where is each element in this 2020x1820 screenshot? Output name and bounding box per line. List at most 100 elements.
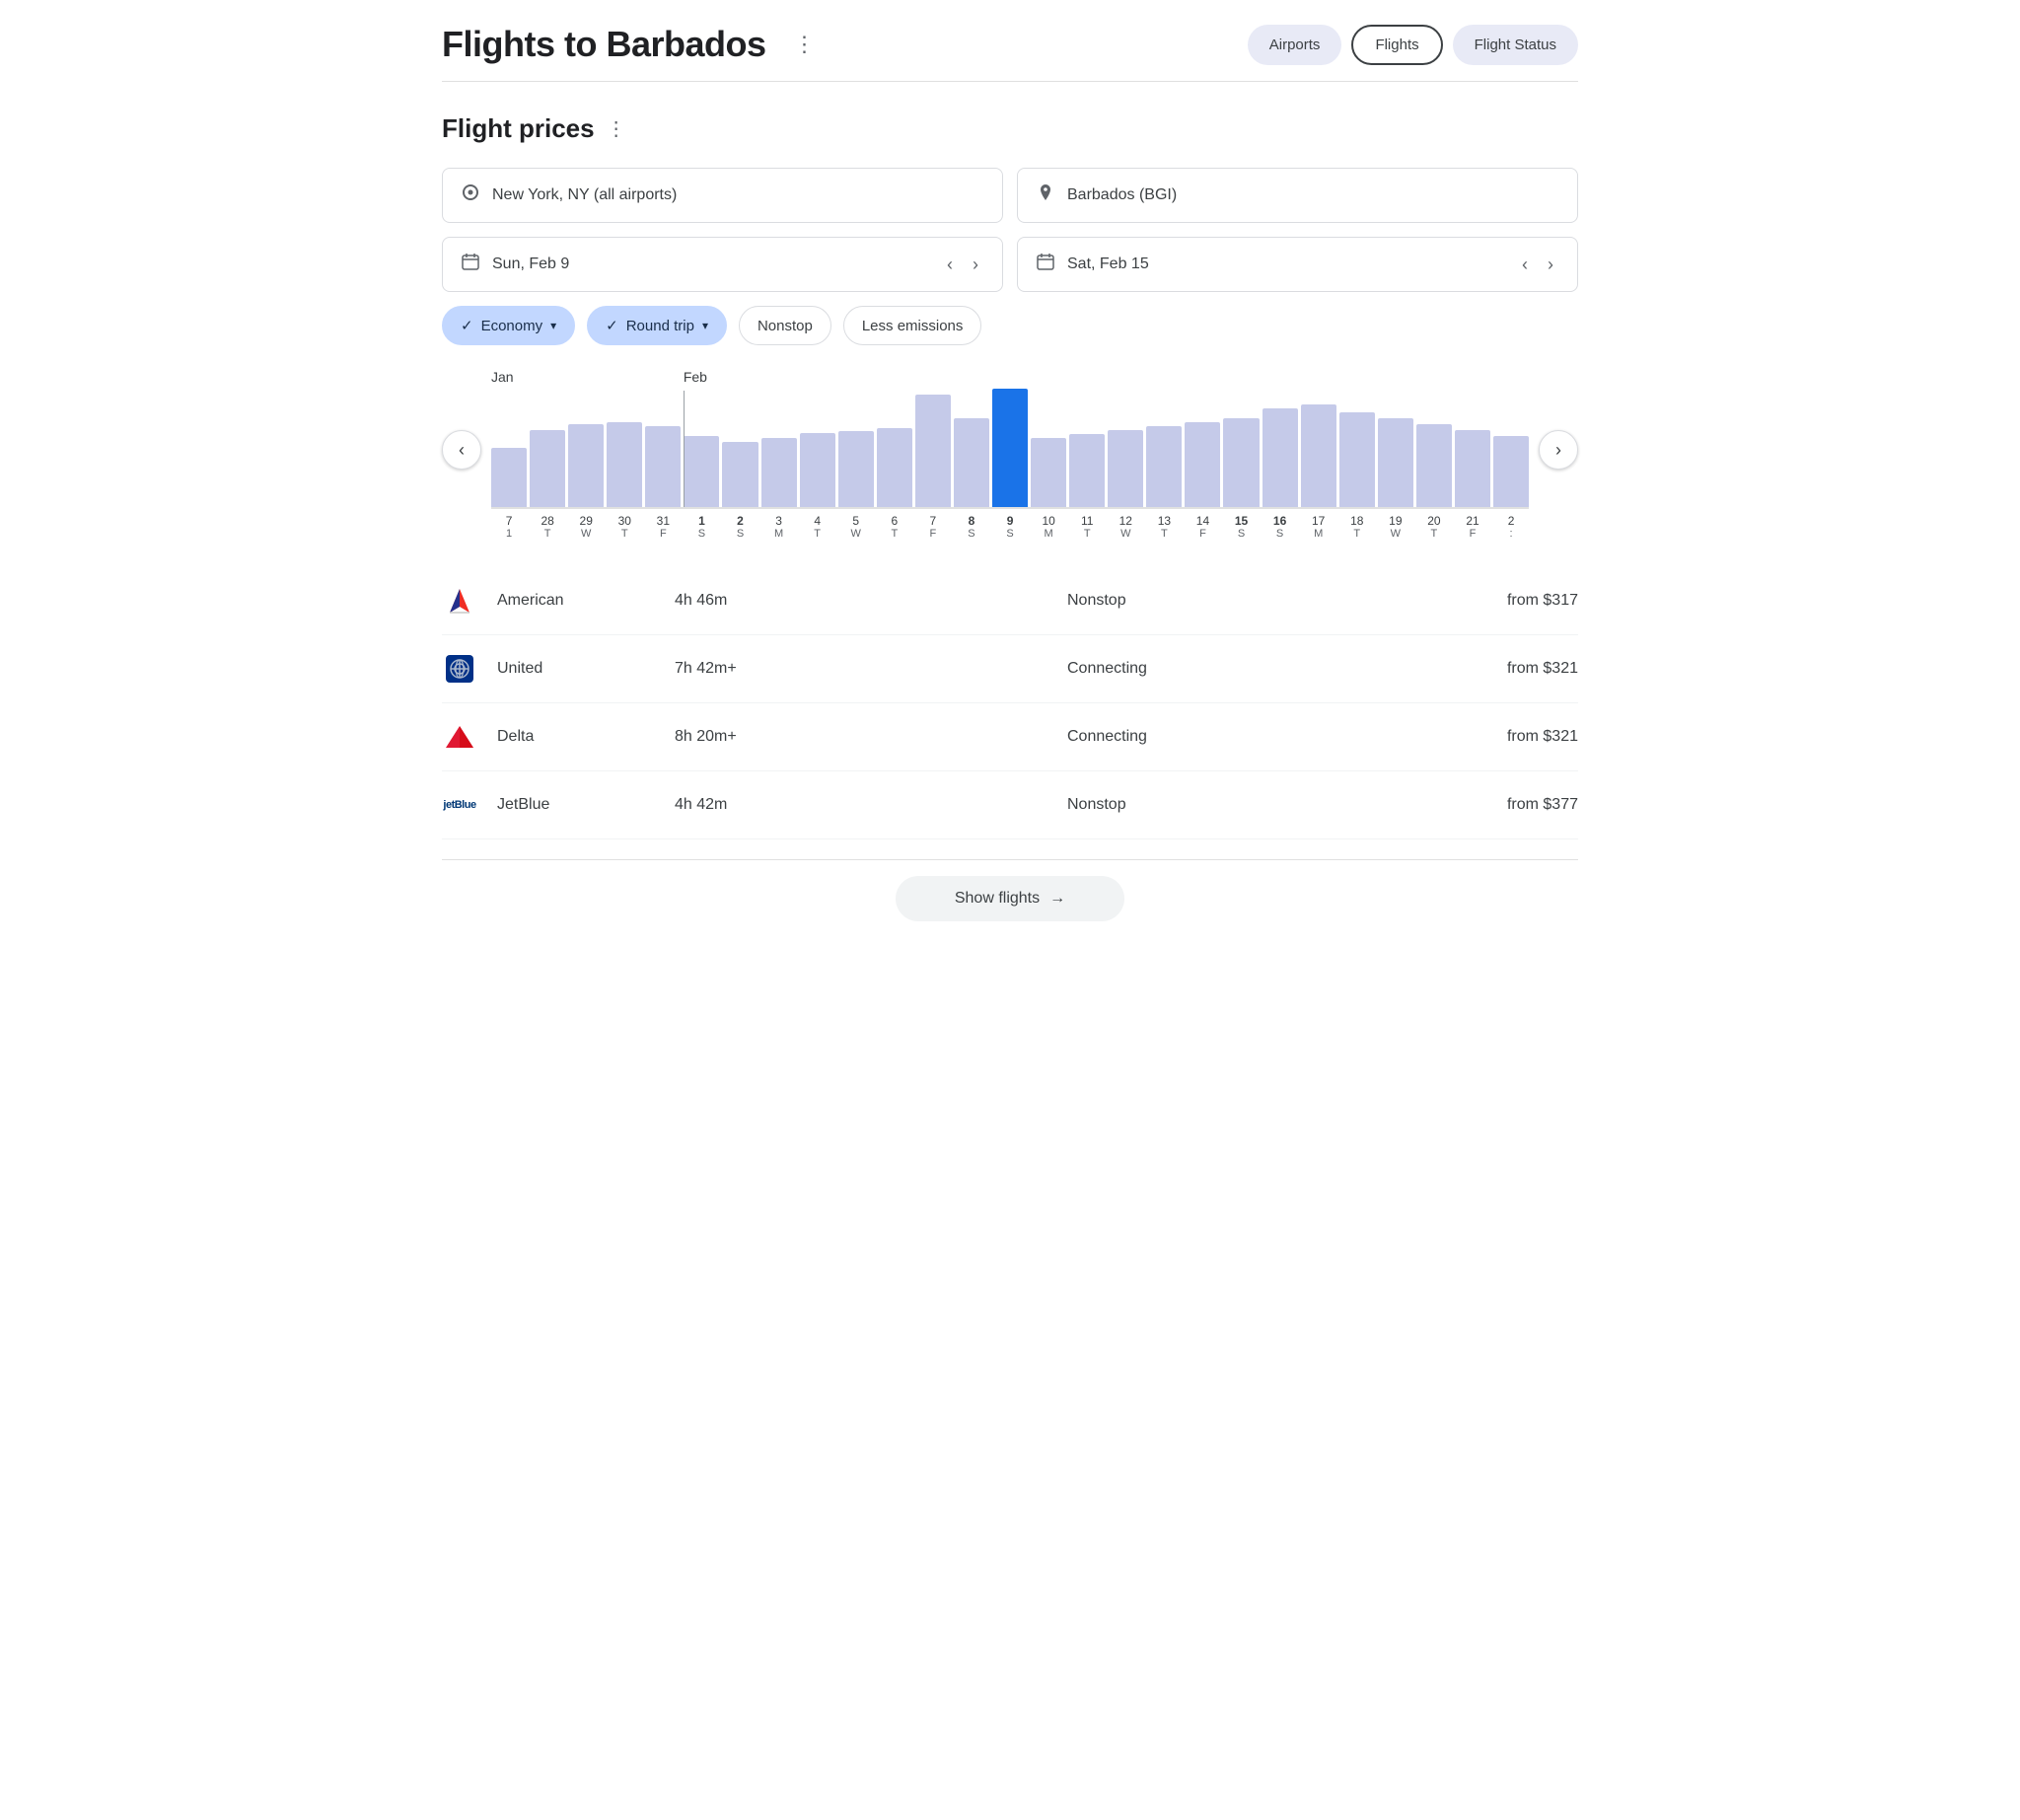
jetblue-name: JetBlue — [497, 796, 655, 814]
delta-duration: 8h 20m+ — [675, 728, 1047, 746]
united-price: from $321 — [1460, 660, 1578, 678]
bar-feb-4[interactable] — [800, 433, 835, 507]
date-label-feb5: 5 W — [838, 514, 874, 540]
date-label-feb1: 1 S — [684, 514, 719, 540]
bar-feb-17[interactable] — [1301, 404, 1336, 507]
chart-bars-container — [491, 391, 1529, 509]
tab-airports[interactable]: Airports — [1248, 25, 1342, 65]
search-form: New York, NY (all airports) Barbados (BG… — [442, 168, 1578, 345]
united-logo — [442, 651, 477, 687]
page-title: Flights to Barbados — [442, 24, 766, 65]
bar-jan-31[interactable] — [645, 426, 681, 507]
airline-row-united[interactable]: United 7h 42m+ Connecting from $321 — [442, 635, 1578, 703]
date-label-feb6: 6 T — [877, 514, 912, 540]
date-label-feb8: 8 S — [954, 514, 989, 540]
date-label-feb17: 17 M — [1301, 514, 1336, 540]
price-chart-section: Jan Feb ‹ › — [442, 369, 1578, 540]
bar-jan-7[interactable] — [491, 448, 527, 507]
economy-check: ✓ — [461, 317, 473, 334]
bar-feb-6[interactable] — [877, 428, 912, 507]
chart-next-button[interactable]: › — [1539, 430, 1578, 470]
bar-jan-29[interactable] — [568, 424, 604, 507]
destination-text: Barbados (BGI) — [1067, 186, 1559, 204]
bar-feb-10[interactable] — [1031, 438, 1066, 507]
round-trip-label: Round trip — [626, 318, 694, 334]
return-date-text: Sat, Feb 15 — [1067, 255, 1504, 273]
bar-feb-1[interactable] — [684, 436, 719, 507]
main-content: Flight prices ⋮ New York, NY (all airpor… — [442, 82, 1578, 969]
date-label-feb15: 15 S — [1223, 514, 1259, 540]
less-emissions-label: Less emissions — [862, 318, 964, 334]
bar-jan-30[interactable] — [607, 422, 642, 507]
bar-feb-21[interactable] — [1455, 430, 1490, 507]
bar-feb-2[interactable] — [722, 442, 758, 507]
return-date-field[interactable]: Sat, Feb 15 ‹ › — [1017, 237, 1578, 292]
delta-stops: Connecting — [1067, 728, 1440, 746]
header-menu-icon[interactable]: ⋮ — [786, 28, 824, 61]
date-label-feb14: 14 F — [1185, 514, 1220, 540]
return-date-prev[interactable]: ‹ — [1516, 253, 1534, 277]
nonstop-filter[interactable]: Nonstop — [739, 306, 831, 345]
return-date-next[interactable]: › — [1542, 253, 1559, 277]
filter-row: ✓ Economy ▾ ✓ Round trip ▾ Nonstop Less … — [442, 306, 1578, 345]
month-divider — [684, 391, 685, 507]
bar-feb-9-selected[interactable] — [992, 389, 1028, 507]
date-label-feb12: 12 W — [1108, 514, 1143, 540]
round-trip-arrow: ▾ — [702, 319, 708, 332]
depart-date-prev[interactable]: ‹ — [941, 253, 959, 277]
less-emissions-filter[interactable]: Less emissions — [843, 306, 982, 345]
bar-feb-3[interactable] — [761, 438, 797, 507]
bar-feb-15[interactable] — [1223, 418, 1259, 507]
tab-flight-status[interactable]: Flight Status — [1453, 25, 1578, 65]
bar-feb-16[interactable] — [1262, 408, 1298, 507]
airline-row-jetblue[interactable]: jetBlue JetBlue 4h 42m Nonstop from $377 — [442, 771, 1578, 839]
bar-feb-11[interactable] — [1069, 434, 1105, 507]
united-duration: 7h 42m+ — [675, 660, 1047, 678]
chart-prev-button[interactable]: ‹ — [442, 430, 481, 470]
bar-feb-13[interactable] — [1146, 426, 1182, 507]
depart-date-next[interactable]: › — [967, 253, 984, 277]
destination-icon — [1036, 182, 1055, 208]
round-trip-check: ✓ — [606, 317, 618, 334]
section-menu-icon[interactable]: ⋮ — [607, 116, 626, 141]
bar-feb-22[interactable] — [1493, 436, 1529, 507]
date-label-feb16: 16 S — [1262, 514, 1298, 540]
date-label-30: 30 T — [607, 514, 642, 540]
bar-feb-5[interactable] — [838, 431, 874, 507]
bar-feb-7[interactable] — [915, 395, 951, 507]
bar-feb-20[interactable] — [1416, 424, 1452, 507]
section-title-row: Flight prices ⋮ — [442, 113, 1578, 144]
depart-date-text: Sun, Feb 9 — [492, 255, 929, 273]
american-duration: 4h 46m — [675, 592, 1047, 610]
origin-field[interactable]: New York, NY (all airports) — [442, 168, 1003, 223]
destination-field[interactable]: Barbados (BGI) — [1017, 168, 1578, 223]
bar-feb-19[interactable] — [1378, 418, 1413, 507]
economy-filter[interactable]: ✓ Economy ▾ — [442, 306, 575, 345]
depart-date-field[interactable]: Sun, Feb 9 ‹ › — [442, 237, 1003, 292]
depart-calendar-icon — [461, 252, 480, 277]
show-flights-button[interactable]: Show flights → — [896, 876, 1124, 921]
round-trip-filter[interactable]: ✓ Round trip ▾ — [587, 306, 727, 345]
tab-flights[interactable]: Flights — [1351, 25, 1442, 65]
date-label-29: 29 W — [568, 514, 604, 540]
airline-row-american[interactable]: American 4h 46m Nonstop from $317 — [442, 567, 1578, 635]
american-logo — [442, 583, 477, 619]
bar-feb-8[interactable] — [954, 418, 989, 507]
bar-feb-18[interactable] — [1339, 412, 1375, 507]
date-label-feb21: 21 F — [1455, 514, 1490, 540]
united-stops: Connecting — [1067, 660, 1440, 678]
jan-month-label: Jan — [491, 369, 514, 385]
date-label-feb2: 2 S — [722, 514, 758, 540]
bar-jan-28[interactable] — [530, 430, 565, 507]
jetblue-logo: jetBlue — [442, 787, 477, 823]
jetblue-price: from $377 — [1460, 796, 1578, 814]
bar-feb-14[interactable] — [1185, 422, 1220, 507]
date-label-31: 31 F — [645, 514, 681, 540]
airline-row-delta[interactable]: Delta 8h 20m+ Connecting from $321 — [442, 703, 1578, 771]
chart-date-labels: 7 1 28 T 29 W 30 T 31 F 1 S — [442, 514, 1578, 540]
date-label-7: 7 1 — [491, 514, 527, 540]
date-label-feb19: 19 W — [1378, 514, 1413, 540]
bar-feb-12[interactable] — [1108, 430, 1143, 507]
date-label-feb22: 2 : — [1493, 514, 1529, 540]
jetblue-duration: 4h 42m — [675, 796, 1047, 814]
